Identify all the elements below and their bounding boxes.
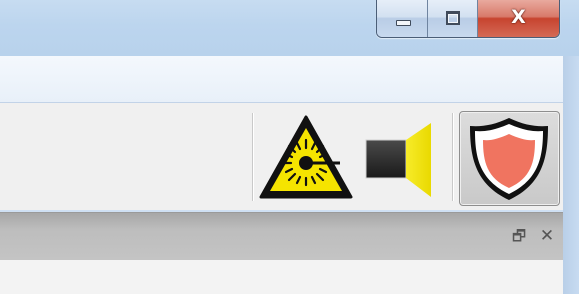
shield-button[interactable]	[459, 111, 560, 206]
close-button[interactable]: X	[478, 0, 559, 37]
window-right-border	[563, 56, 579, 294]
toolbar	[0, 103, 563, 210]
menu-strip	[0, 56, 563, 103]
panel-close-icon[interactable]: ✕	[538, 227, 556, 245]
minimize-icon	[396, 20, 411, 26]
close-icon: X	[511, 6, 526, 28]
toolbar-separator	[252, 113, 253, 201]
panel-header: 🗗 ✕	[0, 212, 563, 260]
shield-icon	[470, 118, 548, 200]
minimize-button[interactable]	[377, 0, 428, 37]
caption-buttons: X	[376, 0, 560, 38]
restore-icon[interactable]: 🗗	[510, 227, 528, 245]
title-bar: X	[0, 0, 579, 56]
maximize-button[interactable]	[428, 0, 478, 37]
laser-warning-icon	[259, 115, 353, 199]
laser-warning-button[interactable]	[258, 113, 354, 201]
maximize-icon	[446, 11, 460, 25]
speaker-icon	[365, 123, 431, 197]
speaker-button[interactable]	[360, 113, 440, 201]
panel-body	[0, 260, 563, 294]
toolbar-separator	[452, 113, 453, 201]
